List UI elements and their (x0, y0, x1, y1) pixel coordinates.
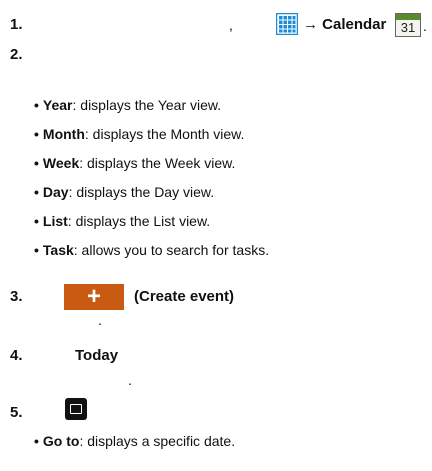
list-item: • List: displays the List view. (34, 213, 210, 230)
calendar-icon: 31 (395, 13, 421, 37)
view-desc: : displays the Day view. (68, 184, 215, 200)
view-term: Day (42, 184, 69, 200)
bullet: • (34, 213, 39, 229)
menu-icon-frame (70, 404, 82, 414)
create-event-button[interactable]: + (64, 284, 124, 310)
list-item: • Go to: displays a specific date. (34, 433, 235, 450)
step-3-number: 3. (10, 288, 23, 305)
view-term: Task (42, 242, 74, 258)
list-item: • Year: displays the Year view. (34, 97, 221, 114)
list-item: • Task: allows you to search for tasks. (34, 242, 269, 259)
step-4-number: 4. (10, 347, 23, 364)
today-label: Today (75, 347, 119, 364)
create-event-label: (Create event) (134, 288, 235, 305)
calendar-icon-day: 31 (400, 20, 416, 35)
list-item: • Week: displays the Week view. (34, 155, 235, 172)
calendar-app-label: → Calendar (303, 16, 387, 33)
menu-icon[interactable] (65, 398, 87, 420)
step-2-number: 2. (10, 46, 23, 63)
menu-option-desc: : displays a specific date. (79, 433, 236, 449)
view-desc: : displays the Month view. (84, 126, 245, 142)
view-desc: : displays the List view. (67, 213, 211, 229)
bullet: • (34, 126, 39, 142)
bullet: • (34, 184, 39, 200)
bullet: • (34, 242, 39, 258)
view-desc: : allows you to search for tasks. (73, 242, 270, 258)
list-item: • Day: displays the Day view. (34, 184, 214, 201)
step-5-number: 5. (10, 404, 23, 421)
view-desc: : displays the Week view. (79, 155, 236, 171)
list-item: • Month: displays the Month view. (34, 126, 244, 143)
menu-option-term: Go to (42, 433, 80, 449)
bullet: • (34, 433, 39, 449)
view-term: Month (42, 126, 85, 142)
view-term: Year (42, 97, 73, 113)
bullet: • (34, 97, 39, 113)
step-3-period: . (98, 312, 102, 328)
view-term: Week (42, 155, 80, 171)
view-desc: : displays the Year view. (72, 97, 222, 113)
step-1-number: 1. (10, 16, 23, 33)
step-4-period: . (128, 372, 132, 388)
bullet: • (34, 155, 39, 171)
view-term: List (42, 213, 68, 229)
apps-grid-icon (276, 13, 298, 35)
step-1-comma: , (229, 17, 233, 33)
step-1-period: . (423, 18, 427, 34)
